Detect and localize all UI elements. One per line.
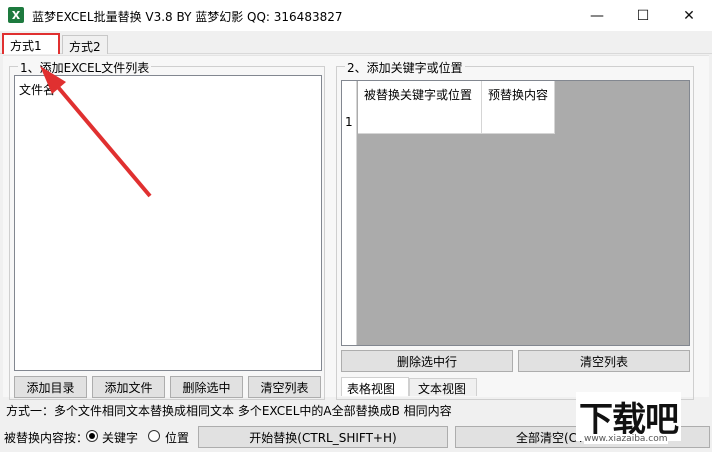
watermark-url: www.xiazaiba.com: [584, 434, 668, 444]
mode-description: 方式一：多个文件相同文本替换成相同文本 多个EXCEL中的A全部替换成B 相同内…: [6, 404, 452, 418]
keyword-grid[interactable]: 1 被替换关键字或位置 预替换内容: [341, 80, 690, 346]
clear-keyword-list-button[interactable]: 清空列表: [518, 350, 690, 372]
keyword-radio-label[interactable]: 关键字: [102, 429, 138, 446]
delete-selected-button[interactable]: 删除选中: [170, 376, 243, 398]
excel-app-icon: [8, 7, 24, 23]
file-list-group-label: 1、添加EXCEL文件列表: [18, 59, 152, 76]
row-header-column: 1: [342, 81, 357, 345]
mode-1-panel: 1、添加EXCEL文件列表 文件名 添加目录 添加文件 删除选中 清空列表 2、…: [3, 55, 709, 400]
clear-file-list-button[interactable]: 清空列表: [248, 376, 321, 398]
position-radio-label[interactable]: 位置: [165, 429, 189, 446]
add-directory-button[interactable]: 添加目录: [14, 376, 87, 398]
window-title: 蓝梦EXCEL批量替换 V3.8 BY 蓝梦幻影 QQ: 316483827: [32, 10, 343, 24]
tab-mode-2[interactable]: 方式2: [62, 35, 108, 54]
maximize-button[interactable]: ☐: [620, 0, 666, 31]
delete-selected-row-button[interactable]: 删除选中行: [341, 350, 513, 372]
replace-by-label: 被替换内容按：: [4, 431, 89, 445]
minimize-button[interactable]: —: [574, 0, 620, 31]
position-radio[interactable]: [148, 430, 160, 442]
tab-text-view[interactable]: 文本视图: [409, 378, 477, 396]
keyword-radio[interactable]: [86, 430, 98, 442]
find-keyword-column-header[interactable]: 被替换关键字或位置: [358, 81, 482, 134]
tab-mode-1[interactable]: 方式1: [2, 33, 60, 54]
title-bar: 蓝梦EXCEL批量替换 V3.8 BY 蓝梦幻影 QQ: 316483827 —…: [0, 0, 712, 31]
close-button[interactable]: ✕: [666, 0, 712, 31]
file-list[interactable]: 文件名: [14, 75, 322, 371]
replacement-column-header[interactable]: 预替换内容: [482, 81, 555, 134]
start-replace-button[interactable]: 开始替换(CTRL_SHIFT+H): [198, 426, 448, 448]
mode-tabs: 方式1 方式2: [0, 31, 712, 54]
xiazaiba-watermark: 下载吧 www.xiazaiba.com: [570, 392, 710, 452]
add-file-button[interactable]: 添加文件: [92, 376, 165, 398]
keyword-group-label: 2、添加关键字或位置: [345, 59, 465, 76]
tab-table-view[interactable]: 表格视图: [341, 377, 409, 396]
file-name-column-header: 文件名: [19, 83, 56, 97]
row-number-1: 1: [345, 115, 353, 129]
